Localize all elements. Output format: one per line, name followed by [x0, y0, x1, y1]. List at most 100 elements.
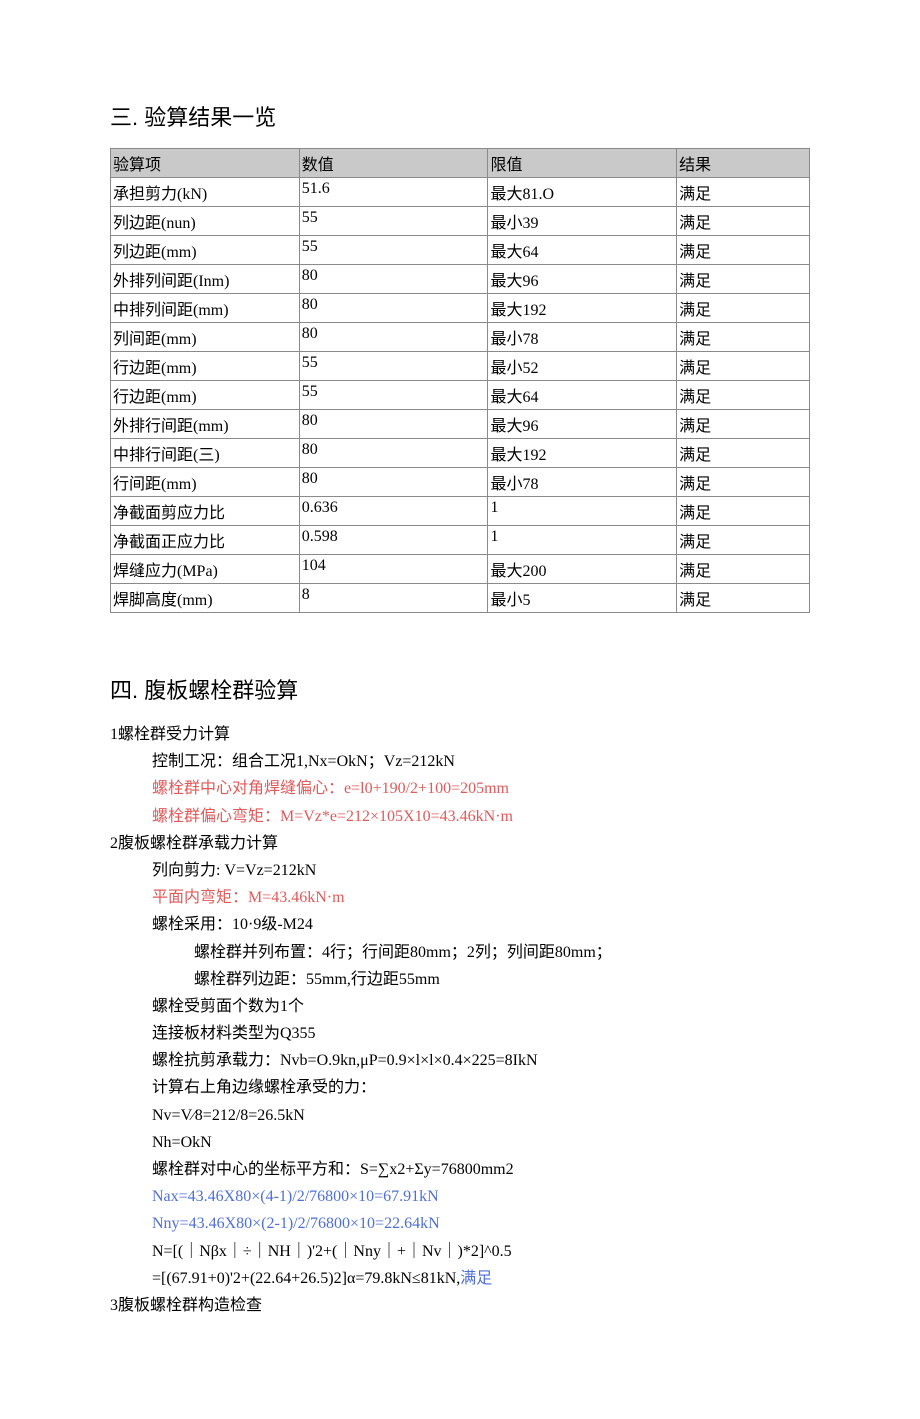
table-cell: 行边距(mm) [111, 381, 300, 410]
table-cell: 外排行间距(mm) [111, 410, 300, 439]
table-cell: 0.598 [299, 526, 488, 555]
calc-line: 计算右上角边缘螺栓承受的力： [152, 1074, 810, 1101]
table-cell: 净截面剪应力比 [111, 497, 300, 526]
table-cell: 1 [488, 497, 677, 526]
table-row: 净截面正应力比0.5981满足 [111, 526, 810, 555]
table-cell: 55 [299, 352, 488, 381]
calc-text: Nv=V⁄8=212/8=26.5kN [152, 1107, 305, 1124]
calc-line: 螺栓群并列布置：4行；行间距80mm；2列；列间距80mm； [194, 939, 810, 966]
calc-text: N=[(｜Nβx｜÷｜NH｜)'2+(｜Nny｜+｜Nv｜)*2]^0.5 [152, 1243, 512, 1260]
table-cell: 满足 [677, 468, 810, 497]
table-cell: 承担剪力(kN) [111, 178, 300, 207]
table-cell: 满足 [677, 265, 810, 294]
table-row: 列间距(mm)80最小78满足 [111, 323, 810, 352]
calc-text: 螺栓群对中心的坐标平方和：S=∑x2+Σy=76800mm2 [152, 1161, 514, 1178]
table-cell: 0.636 [299, 497, 488, 526]
table-cell: 满足 [677, 178, 810, 207]
table-row: 焊缝应力(MPa)104最大200满足 [111, 555, 810, 584]
th-result: 结果 [677, 149, 810, 178]
table-cell: 最大200 [488, 555, 677, 584]
table-cell: 列间距(mm) [111, 323, 300, 352]
table-cell: 8 [299, 584, 488, 613]
table-cell: 满足 [677, 439, 810, 468]
table-cell: 80 [299, 265, 488, 294]
table-cell: 最大192 [488, 439, 677, 468]
calc-text: 2腹板螺栓群承载力计算 [110, 835, 278, 852]
calc-line: 螺栓群中心对角焊缝偏心：e=l0+190/2+100=205mm [152, 775, 810, 802]
table-cell: 行间距(mm) [111, 468, 300, 497]
calc-text: 计算右上角边缘螺栓承受的力： [152, 1079, 376, 1096]
table-cell: 满足 [677, 410, 810, 439]
table-cell: 80 [299, 323, 488, 352]
calc-line: 控制工况：组合工况1,Nx=OkN；Vz=212kN [152, 748, 810, 775]
th-limit: 限值 [488, 149, 677, 178]
table-cell: 1 [488, 526, 677, 555]
table-cell: 列边距(nun) [111, 207, 300, 236]
table-cell: 满足 [677, 323, 810, 352]
calc-text: 螺栓抗剪承载力：Nvb=O.9kn,μP=0.9×l×l×0.4×225=8Ik… [152, 1052, 538, 1069]
results-table: 验算项 数值 限值 结果 承担剪力(kN)51.6最大81.O满足列边距(nun… [110, 148, 810, 613]
calc-line: 3腹板螺栓群构造检查 [110, 1292, 810, 1319]
table-cell: 104 [299, 555, 488, 584]
table-cell: 中排行间距(三) [111, 439, 300, 468]
table-cell: 80 [299, 294, 488, 323]
calc-line: Nv=V⁄8=212/8=26.5kN [152, 1102, 810, 1129]
table-cell: 最大64 [488, 381, 677, 410]
calc-line: N=[(｜Nβx｜÷｜NH｜)'2+(｜Nny｜+｜Nv｜)*2]^0.5 [152, 1238, 810, 1265]
table-row: 净截面剪应力比0.6361满足 [111, 497, 810, 526]
table-row: 行边距(mm)55最大64满足 [111, 381, 810, 410]
calc-line: 列向剪力: V=Vz=212kN [152, 857, 810, 884]
table-cell: 满足 [677, 352, 810, 381]
calc-text: 螺栓采用：10·9级-M24 [152, 916, 313, 933]
calc-line: =[(67.91+0)'2+(22.64+26.5)2]α=79.8kN≤81k… [152, 1265, 810, 1292]
table-row: 外排行间距(mm)80最大96满足 [111, 410, 810, 439]
calc-line: 连接板材料类型为Q355 [152, 1020, 810, 1047]
table-cell: 最小78 [488, 323, 677, 352]
th-item: 验算项 [111, 149, 300, 178]
calc-line: 平面内弯矩：M=43.46kN·m [152, 884, 810, 911]
table-cell: 满足 [677, 526, 810, 555]
calc-text: 列向剪力: V=Vz=212kN [152, 862, 316, 879]
table-cell: 满足 [677, 497, 810, 526]
table-cell: 最小5 [488, 584, 677, 613]
table-cell: 满足 [677, 294, 810, 323]
th-value: 数值 [299, 149, 488, 178]
table-cell: 外排列间距(Inm) [111, 265, 300, 294]
table-cell: 满足 [677, 207, 810, 236]
table-cell: 最大96 [488, 410, 677, 439]
table-cell: 最大192 [488, 294, 677, 323]
table-cell: 最小52 [488, 352, 677, 381]
table-cell: 满足 [677, 584, 810, 613]
calc-tail: 满足 [460, 1270, 492, 1287]
calc-text: 连接板材料类型为Q355 [152, 1025, 316, 1042]
table-cell: 55 [299, 381, 488, 410]
calc-text: 平面内弯矩：M=43.46kN·m [152, 889, 345, 906]
calc-text: Nny=43.46X80×(2-1)/2/76800×10=22.64kN [152, 1215, 440, 1232]
table-row: 承担剪力(kN)51.6最大81.O满足 [111, 178, 810, 207]
table-cell: 满足 [677, 381, 810, 410]
table-header-row: 验算项 数值 限值 结果 [111, 149, 810, 178]
table-row: 外排列间距(Inm)80最大96满足 [111, 265, 810, 294]
calc-line: 螺栓受剪面个数为1个 [152, 993, 810, 1020]
calc-line: 螺栓采用：10·9级-M24 [152, 911, 810, 938]
calc-line: 螺栓群列边距：55mm,行边距55mm [194, 966, 810, 993]
calc-text: =[(67.91+0)'2+(22.64+26.5)2]α=79.8kN≤81k… [152, 1270, 460, 1287]
table-row: 列边距(nun)55最小39满足 [111, 207, 810, 236]
table-row: 中排行间距(三)80最大192满足 [111, 439, 810, 468]
calc-text: 螺栓群列边距：55mm,行边距55mm [194, 971, 440, 988]
calc-text: 螺栓群并列布置：4行；行间距80mm；2列；列间距80mm； [194, 944, 612, 961]
table-row: 列边距(mm)55最大64满足 [111, 236, 810, 265]
table-cell: 55 [299, 207, 488, 236]
calc-text: 控制工况：组合工况1,Nx=OkN；Vz=212kN [152, 753, 455, 770]
table-cell: 最小78 [488, 468, 677, 497]
section4-title: 四. 腹板螺栓群验算 [110, 673, 810, 705]
calc-text: Nh=OkN [152, 1134, 212, 1151]
table-cell: 80 [299, 410, 488, 439]
table-row: 中排列间距(mm)80最大192满足 [111, 294, 810, 323]
table-cell: 焊脚高度(mm) [111, 584, 300, 613]
table-cell: 80 [299, 439, 488, 468]
table-cell: 最小39 [488, 207, 677, 236]
section4-body: 1螺栓群受力计算控制工况：组合工况1,Nx=OkN；Vz=212kN螺栓群中心对… [110, 721, 810, 1319]
table-row: 行间距(mm)80最小78满足 [111, 468, 810, 497]
table-cell: 中排列间距(mm) [111, 294, 300, 323]
